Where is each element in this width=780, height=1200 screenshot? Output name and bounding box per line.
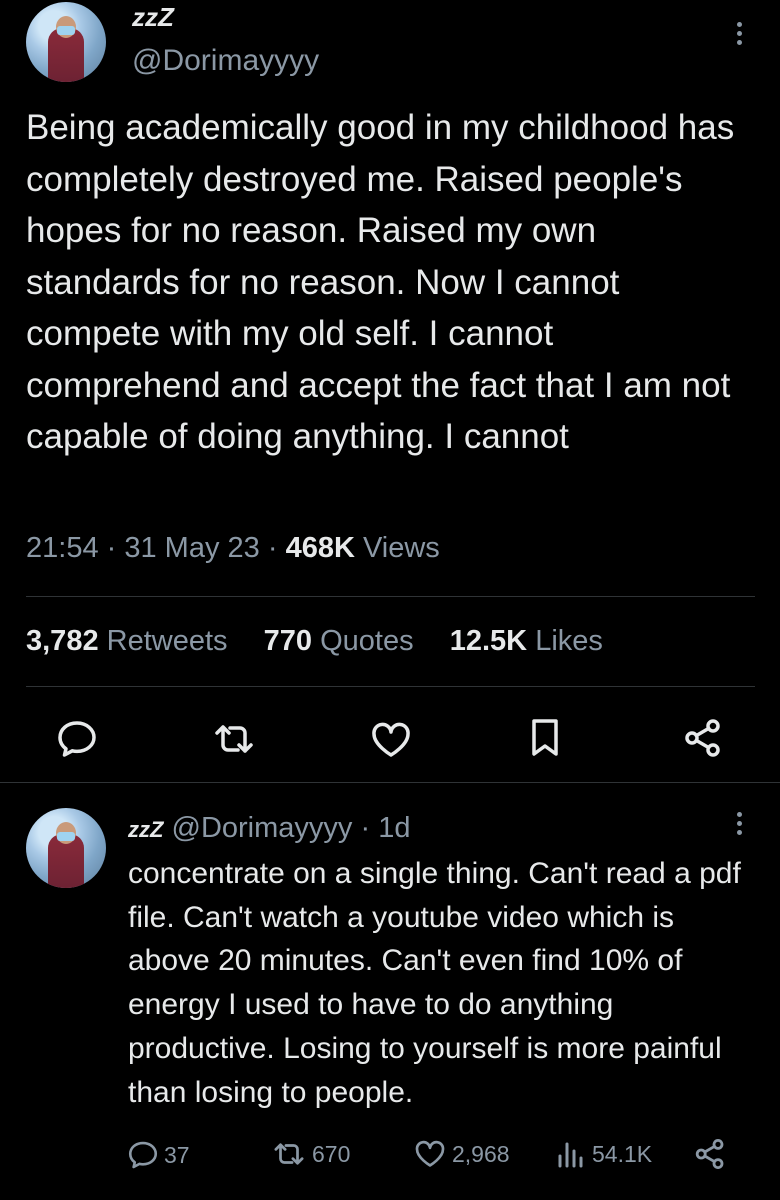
reply-text: concentrate on a single thing. Can't rea… xyxy=(128,857,741,1109)
divider xyxy=(26,596,755,597)
reply-icon[interactable] xyxy=(57,720,97,758)
tweet-stats: 3,782 Retweets 770 Quotes 12.5K Likes xyxy=(26,625,603,658)
reply-age[interactable]: 1d xyxy=(378,812,410,844)
tweet-meta: 21:54 · 31 May 23 · 468K Views xyxy=(26,532,440,564)
author-handle[interactable]: @Dorimayyyy xyxy=(132,44,319,78)
like-icon[interactable] xyxy=(370,722,412,758)
tweet-date[interactable]: 31 May 23 xyxy=(124,532,259,564)
reply-likes[interactable]: 2,968 xyxy=(414,1140,510,1168)
retweets-stat[interactable]: 3,782 Retweets xyxy=(26,625,228,657)
sleep-symbol: zzZ xyxy=(132,2,174,32)
reply-retweets[interactable]: 670 xyxy=(272,1140,350,1168)
divider xyxy=(0,782,780,783)
more-icon[interactable] xyxy=(737,22,743,49)
likes-stat[interactable]: 12.5K Likes xyxy=(450,625,603,657)
like-icon xyxy=(415,1140,445,1167)
reply-more-icon[interactable] xyxy=(737,812,743,839)
avatar[interactable] xyxy=(26,2,106,82)
reply-views[interactable]: 54.1K xyxy=(556,1140,652,1168)
tweet-text: Being academically good in my childhood … xyxy=(26,108,735,456)
views-icon xyxy=(558,1142,583,1168)
tweet-time[interactable]: 21:54 xyxy=(26,532,99,564)
retweet-icon xyxy=(274,1143,304,1165)
reply-replies[interactable]: 37 xyxy=(128,1140,190,1170)
reply-avatar[interactable] xyxy=(26,808,106,888)
retweet-icon[interactable] xyxy=(212,722,256,756)
views-label: Views xyxy=(362,532,440,564)
views-count: 468K xyxy=(285,532,355,564)
reply-sleep-symbol: zzZ xyxy=(128,817,164,842)
bookmark-icon[interactable] xyxy=(528,718,562,758)
divider xyxy=(26,686,755,687)
reply-header: zzZ @Dorimayyyy · 1d xyxy=(128,812,411,844)
quotes-stat[interactable]: 770 Quotes xyxy=(264,625,414,657)
reply-share-icon[interactable] xyxy=(694,1138,726,1175)
reply-icon xyxy=(128,1141,158,1169)
reply-handle[interactable]: @Dorimayyyy xyxy=(172,812,353,844)
share-icon[interactable] xyxy=(683,718,723,758)
